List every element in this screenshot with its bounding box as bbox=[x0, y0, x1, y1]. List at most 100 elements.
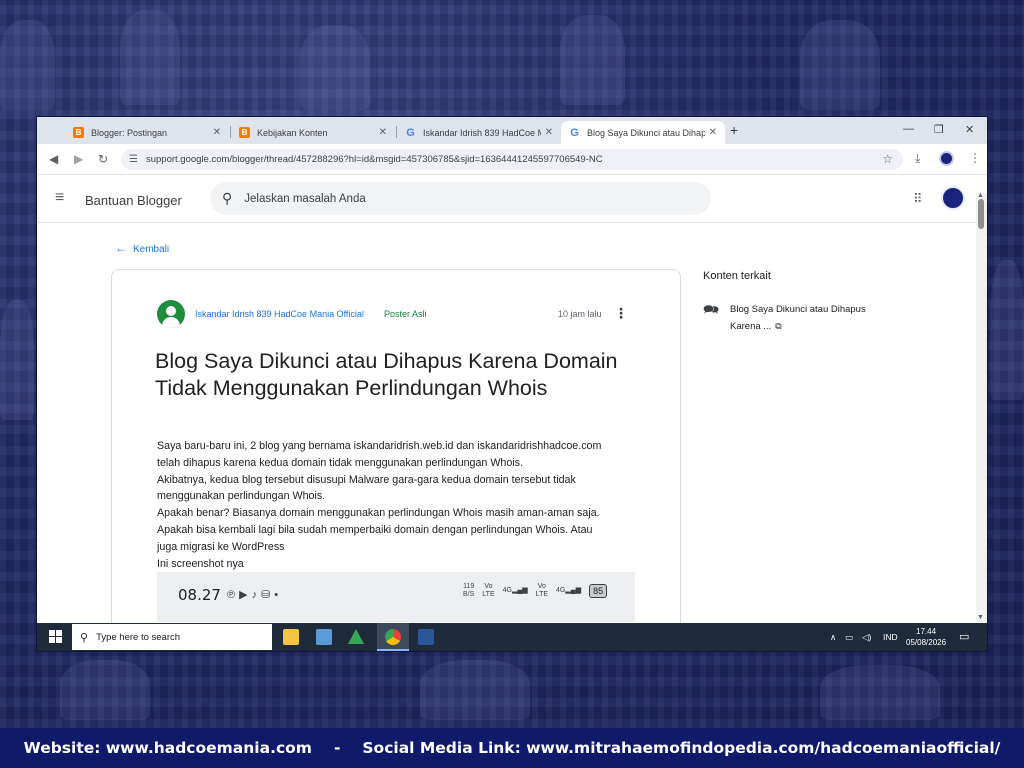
blogger-icon: B bbox=[239, 127, 250, 138]
profile-avatar[interactable] bbox=[939, 151, 954, 166]
windows-start-icon[interactable] bbox=[49, 630, 62, 643]
volume-icon[interactable]: ◁) bbox=[862, 632, 871, 643]
background-figure bbox=[60, 660, 150, 720]
address-bar[interactable]: ☰ support.google.com/blogger/thread/4572… bbox=[121, 149, 903, 170]
phone-clock: 08.27 bbox=[178, 586, 221, 604]
browser-toolbar: ◀ ▶ ↻ ☰ support.google.com/blogger/threa… bbox=[37, 144, 987, 175]
site-info-icon[interactable]: ☰ bbox=[129, 154, 138, 165]
scroll-down-icon[interactable]: ▼ bbox=[977, 614, 984, 621]
more-options-icon[interactable]: ⋮ bbox=[614, 305, 628, 322]
bookmark-star-icon[interactable]: ☆ bbox=[882, 152, 893, 166]
taskbar-search-box[interactable]: ⚲ Type here to search bbox=[72, 624, 272, 650]
page-header: ≡ Bantuan Blogger ⚲ ⠿ bbox=[37, 175, 987, 223]
post-body-line: Akibatnya, kedua blog tersebut disusupi … bbox=[157, 473, 576, 486]
tray-chevron-icon[interactable]: ∧ bbox=[830, 632, 836, 643]
tab-blogger-postingan[interactable]: B Blogger: Postingan ✕ bbox=[65, 121, 229, 144]
window-close-icon[interactable]: ✕ bbox=[965, 123, 974, 136]
battery-icon: 85 bbox=[589, 584, 608, 598]
post-title-line: Tidak Menggunakan Perlindungan Whois bbox=[155, 376, 548, 400]
phone-notification-icons: ℗▶♪⛁• bbox=[227, 589, 283, 601]
background-figure bbox=[990, 260, 1024, 400]
background-figure bbox=[800, 20, 880, 110]
back-arrow-icon[interactable]: ◀ bbox=[49, 152, 58, 166]
file-explorer-icon[interactable] bbox=[283, 629, 299, 645]
tab-label: Blogger: Postingan bbox=[91, 127, 168, 138]
tab-thread-active[interactable]: G Blog Saya Dikunci atau Dihapus ✕ bbox=[561, 121, 725, 144]
net-speed: 119 B/S bbox=[463, 583, 475, 598]
tab-label: Iskandar Idrish 839 HadCoe Ma bbox=[423, 127, 541, 138]
tab-kebijakan-konten[interactable]: B Kebijakan Konten ✕ bbox=[231, 121, 395, 144]
google-icon: G bbox=[406, 126, 415, 139]
language-indicator[interactable]: IND bbox=[883, 632, 898, 642]
restore-icon[interactable]: ❐ bbox=[934, 123, 944, 136]
author-name[interactable]: Iskandar Idrish 839 HadCoe Mania Officia… bbox=[195, 309, 364, 319]
signal-4g-icon: 4G▂▄▆ bbox=[556, 587, 582, 594]
search-icon: ⚲ bbox=[222, 190, 233, 206]
search-input[interactable] bbox=[244, 192, 645, 205]
post-body-line: juga migrasi ke WordPress bbox=[157, 540, 285, 553]
post-body-line: Apakah benar? Biasanya domain menggunaka… bbox=[157, 507, 600, 520]
post-body: Saya baru-baru ini, 2 blog yang bernama … bbox=[157, 438, 652, 572]
store-icon[interactable] bbox=[316, 629, 332, 645]
original-poster-badge: Poster Asli bbox=[384, 309, 427, 319]
download-icon[interactable]: ⤓ bbox=[915, 151, 920, 166]
post-body-line: telah dihapus karena kedua domain tidak … bbox=[157, 456, 523, 469]
search-bar[interactable]: ⚲ bbox=[210, 182, 711, 215]
footer-website[interactable]: Website: www.hadcoemania.com bbox=[24, 739, 312, 757]
forum-icon: 🗪 bbox=[703, 302, 720, 317]
page-footer: Website: www.hadcoemania.com - Social Me… bbox=[0, 728, 1024, 768]
reload-icon[interactable]: ↻ bbox=[98, 152, 108, 166]
related-thread-link[interactable]: Blog Saya Dikunci atau Dihapus Karena ..… bbox=[730, 302, 890, 335]
word-icon[interactable] bbox=[418, 629, 434, 645]
background-figure bbox=[120, 10, 180, 105]
back-link-label: Kembali bbox=[133, 244, 170, 255]
background-figure bbox=[0, 20, 55, 110]
google-drive-icon[interactable] bbox=[348, 629, 364, 644]
forward-arrow-icon[interactable]: ▶ bbox=[74, 152, 83, 166]
volte-indicator: Vo LTE bbox=[482, 583, 495, 598]
tab-strip: B Blogger: Postingan ✕ B Kebijakan Konte… bbox=[37, 117, 987, 144]
notification-icon[interactable]: ▭ bbox=[959, 630, 969, 643]
taskbar-clock[interactable]: 17.44 05/08/2026 bbox=[906, 626, 946, 648]
browser-menu-icon[interactable]: ⋮ bbox=[969, 151, 981, 165]
minimize-icon[interactable]: — bbox=[903, 123, 914, 135]
close-icon[interactable]: ✕ bbox=[379, 127, 387, 138]
post-body-line: Saya baru-baru ini, 2 blog yang bernama … bbox=[157, 440, 602, 452]
site-title[interactable]: Bantuan Blogger bbox=[85, 193, 182, 208]
account-avatar[interactable] bbox=[941, 186, 965, 210]
taskbar-search-placeholder: Type here to search bbox=[96, 631, 181, 643]
background-figure bbox=[820, 665, 940, 720]
volte-indicator: Vo LTE bbox=[535, 583, 549, 598]
background-figure bbox=[300, 25, 370, 110]
scroll-up-icon[interactable]: ▲ bbox=[977, 192, 984, 199]
tab-iskandar-profile[interactable]: G Iskandar Idrish 839 HadCoe Ma ✕ bbox=[397, 121, 561, 144]
post-timestamp: 10 jam lalu bbox=[558, 309, 602, 319]
close-icon[interactable]: ✕ bbox=[709, 127, 717, 138]
background-figure bbox=[0, 300, 34, 420]
close-icon[interactable]: ✕ bbox=[545, 127, 553, 138]
attached-phone-screenshot[interactable]: 08.27 ℗▶♪⛁• 119 B/S Vo LTE 4G▂▄▆ Vo LTE 4G▂… bbox=[157, 572, 635, 622]
author-avatar[interactable] bbox=[157, 300, 185, 328]
google-icon: G bbox=[570, 126, 579, 139]
tab-label: Kebijakan Konten bbox=[257, 127, 328, 138]
new-tab-button[interactable]: + bbox=[730, 122, 738, 138]
chrome-icon[interactable] bbox=[385, 629, 401, 645]
tab-label: Blog Saya Dikunci atau Dihapus bbox=[587, 127, 705, 138]
battery-status-icon[interactable]: ▭ bbox=[845, 632, 853, 643]
apps-grid-icon[interactable]: ⠿ bbox=[913, 191, 922, 207]
close-icon[interactable]: ✕ bbox=[213, 127, 221, 138]
post-title-line: Blog Saya Dikunci atau Dihapus Karena Do… bbox=[155, 349, 618, 373]
post-body-line: Apakah bisa kembali lagi bila sudah memp… bbox=[157, 523, 593, 536]
thread-post-card: Iskandar Idrish 839 HadCoe Mania Officia… bbox=[111, 269, 681, 651]
blogger-icon: B bbox=[73, 127, 84, 138]
page-scrollbar[interactable]: ▲ ▼ bbox=[976, 192, 987, 623]
footer-social-link[interactable]: Social Media Link: www.mitrahaemofindope… bbox=[362, 739, 1000, 757]
url-text: support.google.com/blogger/thread/457288… bbox=[145, 154, 603, 165]
post-title: Blog Saya Dikunci atau Dihapus Karena Do… bbox=[155, 348, 655, 402]
signal-4g-icon: 4G▂▄▆ bbox=[502, 587, 528, 594]
phone-status-bar: 119 B/S Vo LTE 4G▂▄▆ Vo LTE 4G▂▄▆ 85 bbox=[463, 583, 608, 599]
related-content-heading: Konten terkait bbox=[703, 270, 771, 282]
back-link[interactable]: ← Kembali bbox=[115, 241, 169, 255]
scroll-thumb[interactable] bbox=[978, 199, 984, 229]
hamburger-menu-icon[interactable]: ≡ bbox=[55, 189, 64, 207]
